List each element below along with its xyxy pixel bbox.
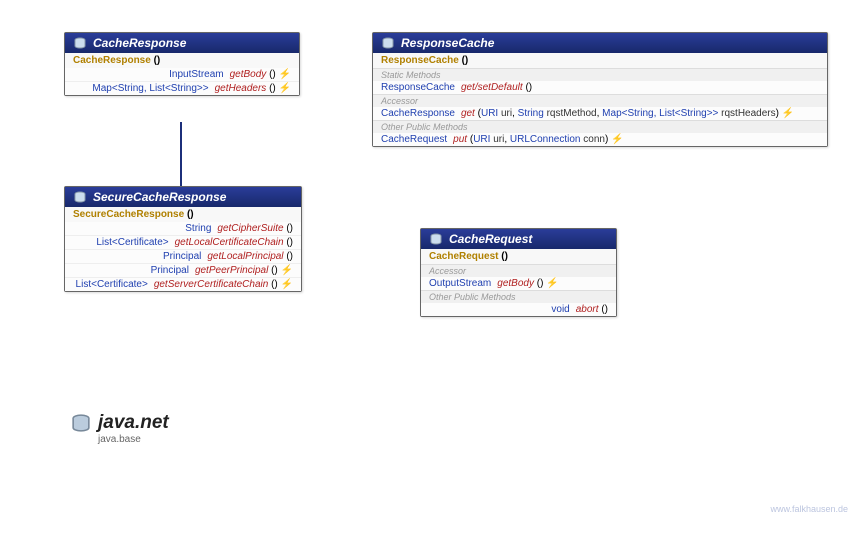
class-title: ResponseCache	[401, 36, 494, 50]
package-icon	[70, 412, 92, 434]
inheritance-connector	[180, 122, 182, 186]
method-getsetdefault: ResponseCache get/setDefault ()	[373, 81, 827, 94]
module-name: java.base	[98, 434, 169, 445]
constructor: CacheRequest ()	[421, 249, 616, 264]
class-cacheresponse: CacheResponse CacheResponse () InputStre…	[64, 32, 300, 96]
constructor: ResponseCache ()	[373, 53, 827, 68]
class-icon	[73, 190, 87, 204]
package-name: java.net	[98, 412, 169, 434]
section-accessor: Accessor	[373, 94, 827, 107]
section-accessor: Accessor	[421, 264, 616, 277]
method-getciphersuite: String getCipherSuite ()	[65, 222, 301, 235]
class-title: SecureCacheResponse	[93, 190, 226, 204]
method-getlocalprincipal: Principal getLocalPrincipal ()	[65, 249, 301, 263]
method-put: CacheRequest put (URI uri, URLConnection…	[373, 133, 827, 146]
class-header: CacheRequest	[421, 229, 616, 249]
section-other: Other Public Methods	[421, 290, 616, 303]
class-securecacheresponse: SecureCacheResponse SecureCacheResponse …	[64, 186, 302, 292]
class-cacherequest: CacheRequest CacheRequest () Accessor Ou…	[420, 228, 617, 317]
method-getpeerprincipal: Principal getPeerPrincipal () ⚡	[65, 263, 301, 277]
class-icon	[73, 36, 87, 50]
class-header: SecureCacheResponse	[65, 187, 301, 207]
method-getlocalcertchain: List<Certificate> getLocalCertificateCha…	[65, 235, 301, 249]
method-getbody: OutputStream getBody () ⚡	[421, 277, 616, 290]
class-icon	[381, 36, 395, 50]
class-title: CacheResponse	[93, 36, 186, 50]
class-header: CacheResponse	[65, 33, 299, 53]
method-getservercertchain: List<Certificate> getServerCertificateCh…	[65, 277, 301, 291]
method-getbody: InputStream getBody () ⚡	[65, 68, 299, 81]
class-header: ResponseCache	[373, 33, 827, 53]
constructor: SecureCacheResponse ()	[65, 207, 301, 222]
method-get: CacheResponse get (URI uri, String rqstM…	[373, 107, 827, 120]
constructor: CacheResponse ()	[65, 53, 299, 68]
section-static: Static Methods	[373, 68, 827, 81]
class-title: CacheRequest	[449, 232, 532, 246]
package-label: java.net java.base	[70, 412, 169, 445]
class-icon	[429, 232, 443, 246]
class-responsecache: ResponseCache ResponseCache () Static Me…	[372, 32, 828, 147]
method-abort: void abort ()	[421, 303, 616, 316]
method-getheaders: Map<String, List<String>> getHeaders () …	[65, 81, 299, 95]
credit-link[interactable]: www.falkhausen.de	[770, 504, 848, 514]
section-other: Other Public Methods	[373, 120, 827, 133]
